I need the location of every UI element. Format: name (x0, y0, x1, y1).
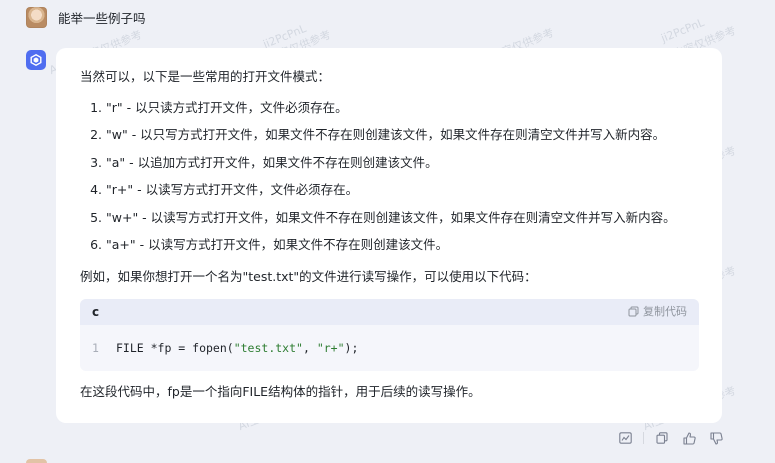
code-block: c 复制代码 1 FILE *fp = fopen("test.txt", "r… (80, 299, 699, 371)
user-message-row: 能举一些例子吗 (26, 6, 146, 28)
code-text: , (302, 340, 317, 355)
code-language-label: c (92, 304, 100, 319)
watermark: ji2PcPnL (261, 21, 309, 52)
line-number: 1 (92, 340, 99, 355)
example-paragraph: 例如，如果你想打开一个名为"test.txt"的文件进行读写操作，可以使用以下代… (80, 268, 537, 284)
code-header: c 复制代码 (80, 299, 699, 325)
thumbs-up-icon (682, 431, 696, 445)
copy-code-button[interactable]: 复制代码 (628, 304, 687, 319)
code-text: ); (344, 340, 359, 355)
code-text: FILE *fp = fopen( (116, 340, 234, 355)
chart-icon (618, 432, 632, 444)
answer-intro: 当然可以，以下是一些常用的打开文件模式： (80, 69, 331, 84)
like-button[interactable] (680, 430, 698, 446)
list-item: "a" - 以追加方式打开文件，如果文件不存在则创建该文件。 (106, 154, 698, 172)
assistant-answer-card: 当然可以，以下是一些常用的打开文件模式： "r" - 以只读方式打开文件，文件必… (56, 48, 722, 423)
code-string: "r+" (316, 340, 345, 355)
watermark: ji2PcPnL (659, 15, 707, 46)
list-item: "a+" - 以读写方式打开文件，如果文件不存在则创建该文件。 (106, 236, 698, 254)
copy-code-label: 复制代码 (643, 305, 687, 319)
copy-icon (628, 306, 639, 317)
list-item: "w+" - 以读写方式打开文件，如果文件不存在则创建该文件，如果文件存在则清空… (106, 209, 698, 227)
code-body: 1 FILE *fp = fopen("test.txt", "r+"); (80, 325, 699, 371)
next-user-avatar (26, 459, 47, 463)
list-item: "r+" - 以读写方式打开文件，文件必须存在。 (106, 181, 698, 199)
divider (643, 432, 644, 444)
chart-button[interactable] (616, 430, 634, 446)
user-avatar (26, 6, 47, 28)
explanation-paragraph: 在这段代码中，fp是一个指向FILE结构体的指针，用于后续的读写操作。 (80, 384, 481, 399)
copy-answer-button[interactable] (653, 430, 671, 446)
code-line: FILE *fp = fopen("test.txt", "r+"); (116, 340, 358, 356)
list-item: "r" - 以只读方式打开文件，文件必须存在。 (106, 99, 698, 117)
answer-actions (616, 430, 725, 446)
dislike-button[interactable] (707, 430, 725, 446)
user-message-text: 能举一些例子吗 (58, 10, 146, 26)
list-item: "w" - 以只写方式打开文件，如果文件不存在则创建该文件，如果文件存在则清空文… (106, 126, 698, 144)
assistant-logo-icon (26, 50, 46, 70)
copy-icon (656, 432, 668, 444)
file-mode-list: "r" - 以只读方式打开文件，文件必须存在。 "w" - 以只写方式打开文件，… (80, 99, 698, 254)
code-string: "test.txt" (233, 340, 303, 355)
thumbs-down-icon (709, 431, 723, 445)
